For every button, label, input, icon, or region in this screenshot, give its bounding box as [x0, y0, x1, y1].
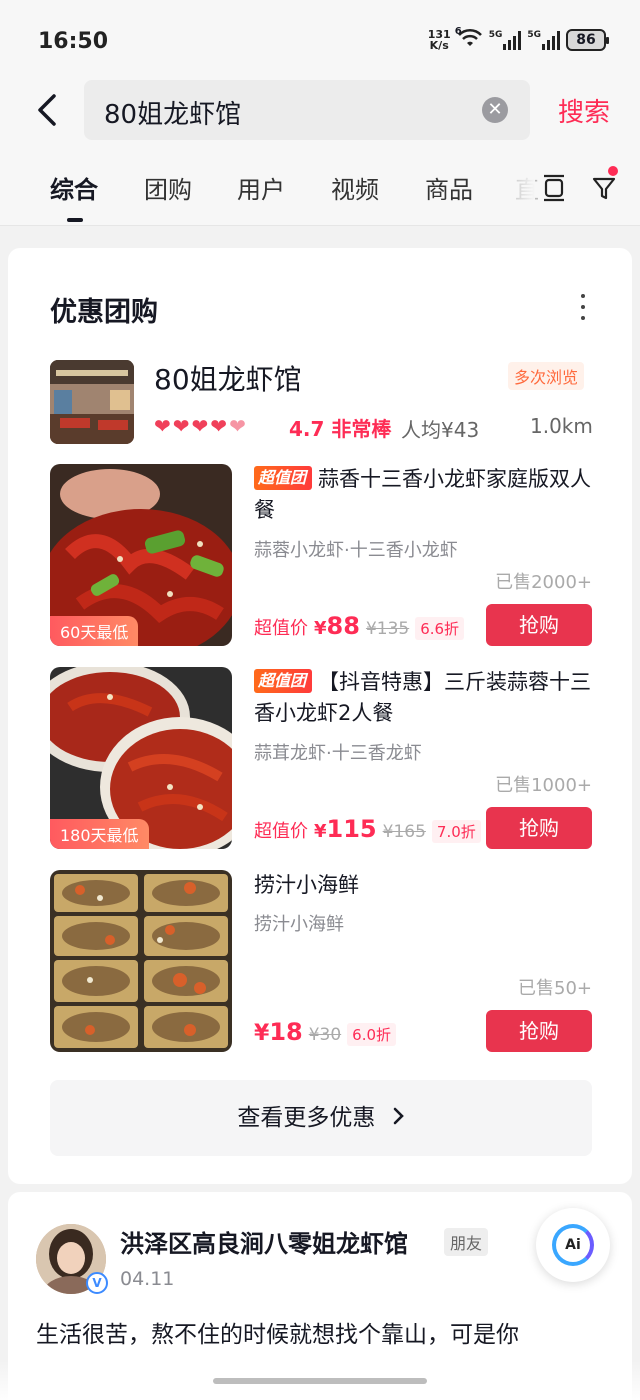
search-query: 80姐龙虾馆 [104, 100, 242, 130]
deal-sold-count: 已售50+ [518, 978, 592, 999]
search-header: 80姐龙虾馆 ✕ 搜索 [0, 80, 640, 146]
heart-icon: ❤ [172, 414, 190, 438]
deal-item[interactable]: 60天最低 超值团 蒜香十三香小龙虾家庭版双人餐 蒜蓉小龙虾·十三香小龙虾 已售2… [50, 464, 592, 646]
lowest-price-tag: 60天最低 [50, 616, 139, 646]
search-input[interactable]: 80姐龙虾馆 ✕ [84, 80, 530, 140]
deal-price: 18 [269, 1018, 303, 1046]
signal-1-icon: 5G [489, 30, 522, 50]
price-currency: ¥ [314, 618, 327, 639]
price-currency: ¥ [314, 821, 327, 842]
deal-price-row: 超值价 ¥ 115 ¥165 7.0折 [254, 815, 481, 843]
deal-title: 超值团 【抖音特惠】三斤装蒜蓉十三香小龙虾2人餐 [254, 669, 592, 725]
status-bar: 16:50 131 K/s 6 5G 5G 86 [0, 0, 640, 80]
layout-toggle-icon[interactable] [541, 174, 567, 202]
deal-title: 超值团 蒜香十三香小龙虾家庭版双人餐 [254, 466, 592, 522]
visited-badge: 多次浏览 [508, 362, 585, 390]
tab-active-indicator [67, 218, 83, 222]
see-more-deals-button[interactable]: 查看更多优惠 [50, 1080, 592, 1156]
deal-item[interactable]: 180天最低 超值团 【抖音特惠】三斤装蒜蓉十三香小龙虾2人餐 蒜茸龙虾·十三香龙… [50, 667, 592, 849]
deal-subtitle: 蒜蓉小龙虾·十三香小龙虾 [254, 540, 458, 561]
back-arrow-icon [38, 94, 56, 126]
deal-price-row: ¥ 18 ¥30 6.0折 [254, 1018, 397, 1046]
shop-name[interactable]: 80姐龙虾馆 [154, 358, 302, 398]
deal-sold-count: 已售2000+ [495, 572, 592, 593]
more-options-icon[interactable] [580, 294, 586, 320]
buy-button[interactable]: 抢购 [486, 807, 592, 849]
back-button[interactable] [28, 88, 68, 132]
post-date: 04.11 [120, 1268, 175, 1290]
tab-bar: 综合 团购 用户 视频 商品 直 [0, 146, 640, 226]
tab-comprehensive[interactable]: 综合 [50, 170, 98, 205]
ai-icon: Ai [552, 1224, 594, 1266]
tab-users[interactable]: 用户 [237, 170, 285, 205]
shop-rating: 4.7 非常棒 [289, 417, 392, 441]
battery-icon: 86 [566, 29, 609, 51]
value-deal-label: 超值团 [254, 669, 313, 693]
deal-price: 115 [326, 815, 377, 843]
heart-icon: ❤ [154, 414, 171, 438]
status-icons: 131 K/s 6 5G 5G 86 [427, 26, 609, 52]
signal-2-icon: 5G [527, 30, 560, 50]
value-deal-label: 超值团 [254, 466, 313, 490]
deal-image: 60天最低 [50, 464, 232, 646]
lowest-price-tag: 180天最低 [50, 819, 149, 849]
heart-icon: ❤ [210, 414, 228, 438]
post-author[interactable]: 洪泽区高良涧八零姐龙虾馆 [120, 1224, 408, 1259]
price-prefix: 超值价 [254, 821, 308, 842]
tab-group-buy[interactable]: 团购 [144, 170, 192, 205]
original-price: ¥135 [365, 619, 410, 639]
deal-price: 88 [326, 612, 360, 640]
chevron-right-icon [393, 1080, 405, 1156]
discount-badge: 7.0折 [431, 820, 481, 843]
price-prefix: 超值价 [254, 618, 308, 639]
tab-fade [505, 156, 535, 216]
deal-price-row: 超值价 ¥ 88 ¥135 6.6折 [254, 612, 465, 640]
deal-sold-count: 已售1000+ [495, 775, 592, 796]
buy-button[interactable]: 抢购 [486, 1010, 592, 1052]
group-buy-card: 优惠团购 80姐龙虾馆 多次浏览 ❤ ❤ ❤ ❤ ❤ 4.7 非常棒 人均¥43… [8, 248, 632, 1184]
search-button[interactable]: 搜索 [558, 92, 610, 129]
tab-videos[interactable]: 视频 [331, 170, 379, 205]
shop-distance: 1.0km [530, 414, 593, 438]
verified-icon: V [86, 1272, 108, 1294]
home-indicator[interactable] [213, 1378, 427, 1384]
average-price: 人均¥43 [401, 418, 480, 442]
wifi-icon: 6 [455, 26, 483, 52]
deal-image: 180天最低 [50, 667, 232, 849]
shop-thumbnail[interactable] [50, 360, 134, 444]
deal-item[interactable]: 捞汁小海鲜 捞汁小海鲜 已售50+ ¥ 18 ¥30 6.0折 抢购 [50, 870, 592, 1052]
buy-button[interactable]: 抢购 [486, 604, 592, 646]
notification-dot [608, 166, 618, 176]
deal-subtitle: 捞汁小海鲜 [254, 914, 344, 935]
friend-badge: 朋友 [444, 1228, 489, 1256]
original-price: ¥30 [308, 1025, 342, 1045]
status-time: 16:50 [38, 29, 109, 54]
network-speed: 131 K/s [427, 28, 451, 52]
tab-products[interactable]: 商品 [425, 170, 473, 205]
price-currency: ¥ [254, 1021, 270, 1046]
ai-assistant-button[interactable]: Ai [536, 1208, 610, 1282]
discount-badge: 6.6折 [415, 617, 465, 640]
card-title: 优惠团购 [50, 297, 158, 328]
original-price: ¥165 [382, 822, 426, 842]
filter-icon[interactable] [591, 174, 617, 202]
heart-icon: ❤ [191, 414, 209, 438]
deal-subtitle: 蒜茸龙虾·十三香龙虾 [254, 743, 422, 764]
discount-badge: 6.0折 [347, 1023, 397, 1046]
half-heart-icon: ❤ [229, 414, 246, 438]
deal-title: 捞汁小海鲜 [254, 873, 359, 897]
rating-hearts: ❤ ❤ ❤ ❤ ❤ [154, 414, 246, 438]
clear-icon[interactable]: ✕ [482, 97, 508, 123]
deal-image [50, 870, 232, 1052]
